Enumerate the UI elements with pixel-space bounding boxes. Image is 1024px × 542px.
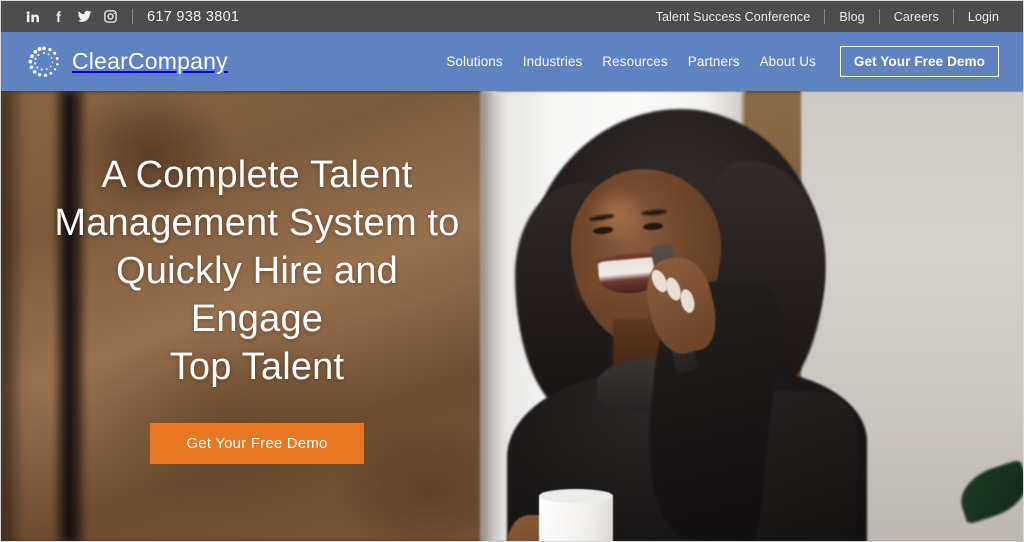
topbar-link-separator <box>878 9 880 24</box>
nav-item-industries[interactable]: Industries <box>513 54 593 69</box>
logo-text: ClearCompany <box>72 48 228 74</box>
hero-headline-line: Quickly Hire and Engage <box>116 250 398 340</box>
phone-number[interactable]: 617 938 3801 <box>147 9 239 25</box>
person-photo-subject <box>501 91 921 541</box>
topbar-link-careers[interactable]: Careers <box>894 10 939 24</box>
hero-content: A Complete Talent Management System to Q… <box>1 91 513 541</box>
social-links <box>25 9 118 24</box>
hero-get-free-demo-button[interactable]: Get Your Free Demo <box>150 423 364 464</box>
topbar-link-blog[interactable]: Blog <box>839 10 864 24</box>
topbar-divider <box>132 9 133 24</box>
topbar-link-separator <box>824 9 826 24</box>
top-utility-links: Talent Success Conference Blog Careers L… <box>656 9 999 24</box>
instagram-icon[interactable] <box>103 9 118 24</box>
nav-item-resources[interactable]: Resources <box>592 54 677 69</box>
hero-headline-line: A Complete Talent <box>101 154 413 196</box>
topbar-link-separator <box>952 9 954 24</box>
nav-get-free-demo-button[interactable]: Get Your Free Demo <box>839 46 999 77</box>
topbar-link-talent-success-conference[interactable]: Talent Success Conference <box>656 10 811 24</box>
hero-headline-line: Top Talent <box>169 346 345 388</box>
site-logo[interactable]: ClearCompany <box>25 43 228 81</box>
mug-rim <box>539 489 613 503</box>
linkedin-icon[interactable] <box>25 9 40 24</box>
twitter-icon[interactable] <box>77 9 92 24</box>
hero-headline: A Complete Talent Management System to Q… <box>47 151 467 391</box>
top-utility-bar: 617 938 3801 Talent Success Conference B… <box>1 1 1023 32</box>
hero-section: A Complete Talent Management System to Q… <box>1 91 1023 541</box>
dotted-ring-icon <box>25 43 63 81</box>
main-navigation-bar: ClearCompany Solutions Industries Resour… <box>1 32 1023 91</box>
webpage: 617 938 3801 Talent Success Conference B… <box>0 0 1024 542</box>
hero-headline-line: Management System to <box>54 202 460 244</box>
nav-item-solutions[interactable]: Solutions <box>436 54 512 69</box>
nav-item-about-us[interactable]: About Us <box>750 54 826 69</box>
primary-nav: Solutions Industries Resources Partners … <box>436 46 999 77</box>
facebook-icon[interactable] <box>51 9 66 24</box>
topbar-link-login[interactable]: Login <box>968 10 999 24</box>
nav-item-partners[interactable]: Partners <box>678 54 750 69</box>
